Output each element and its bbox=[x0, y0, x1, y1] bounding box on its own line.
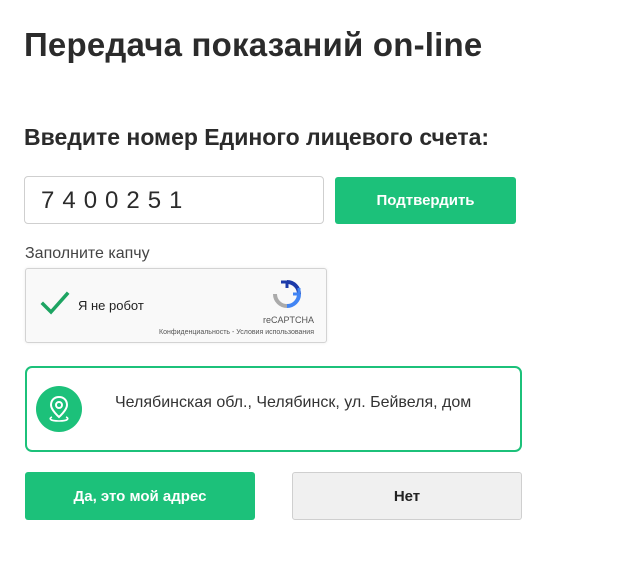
account-number-value: 7400251 bbox=[41, 187, 191, 214]
recaptcha-widget: Я не робот reCAPTCHA Конфиденциальность … bbox=[25, 268, 327, 343]
address-card: Челябинская обл., Челябинск, ул. Бейвеля… bbox=[25, 366, 522, 452]
address-text: Челябинская обл., Челябинск, ул. Бейвеля… bbox=[115, 394, 472, 411]
confirm-address-button[interactable]: Да, это мой адрес bbox=[25, 472, 255, 520]
privacy-link[interactable]: Конфиденциальность bbox=[159, 329, 230, 336]
not-robot-label: Я не робот bbox=[78, 298, 144, 313]
reject-address-button[interactable]: Нет bbox=[292, 472, 522, 520]
recaptcha-logo-icon bbox=[271, 278, 303, 310]
confirm-button[interactable]: Подтвердить bbox=[335, 177, 516, 224]
terms-link[interactable]: Условия использования bbox=[236, 329, 314, 336]
redaction-mask bbox=[207, 416, 417, 436]
account-number-input[interactable]: 7400251 bbox=[24, 176, 324, 224]
recaptcha-brand: reCAPTCHA bbox=[262, 315, 314, 325]
redaction-mask bbox=[181, 181, 321, 221]
checkmark-icon[interactable] bbox=[40, 289, 70, 319]
captcha-label: Заполните капчу bbox=[25, 245, 150, 262]
recaptcha-links: Конфиденциальность - Условия использован… bbox=[159, 329, 314, 336]
location-pin-icon bbox=[36, 386, 82, 432]
account-heading: Введите номер Единого лицевого счета: bbox=[24, 124, 490, 150]
page-title: Передача показаний on-line bbox=[24, 26, 483, 63]
